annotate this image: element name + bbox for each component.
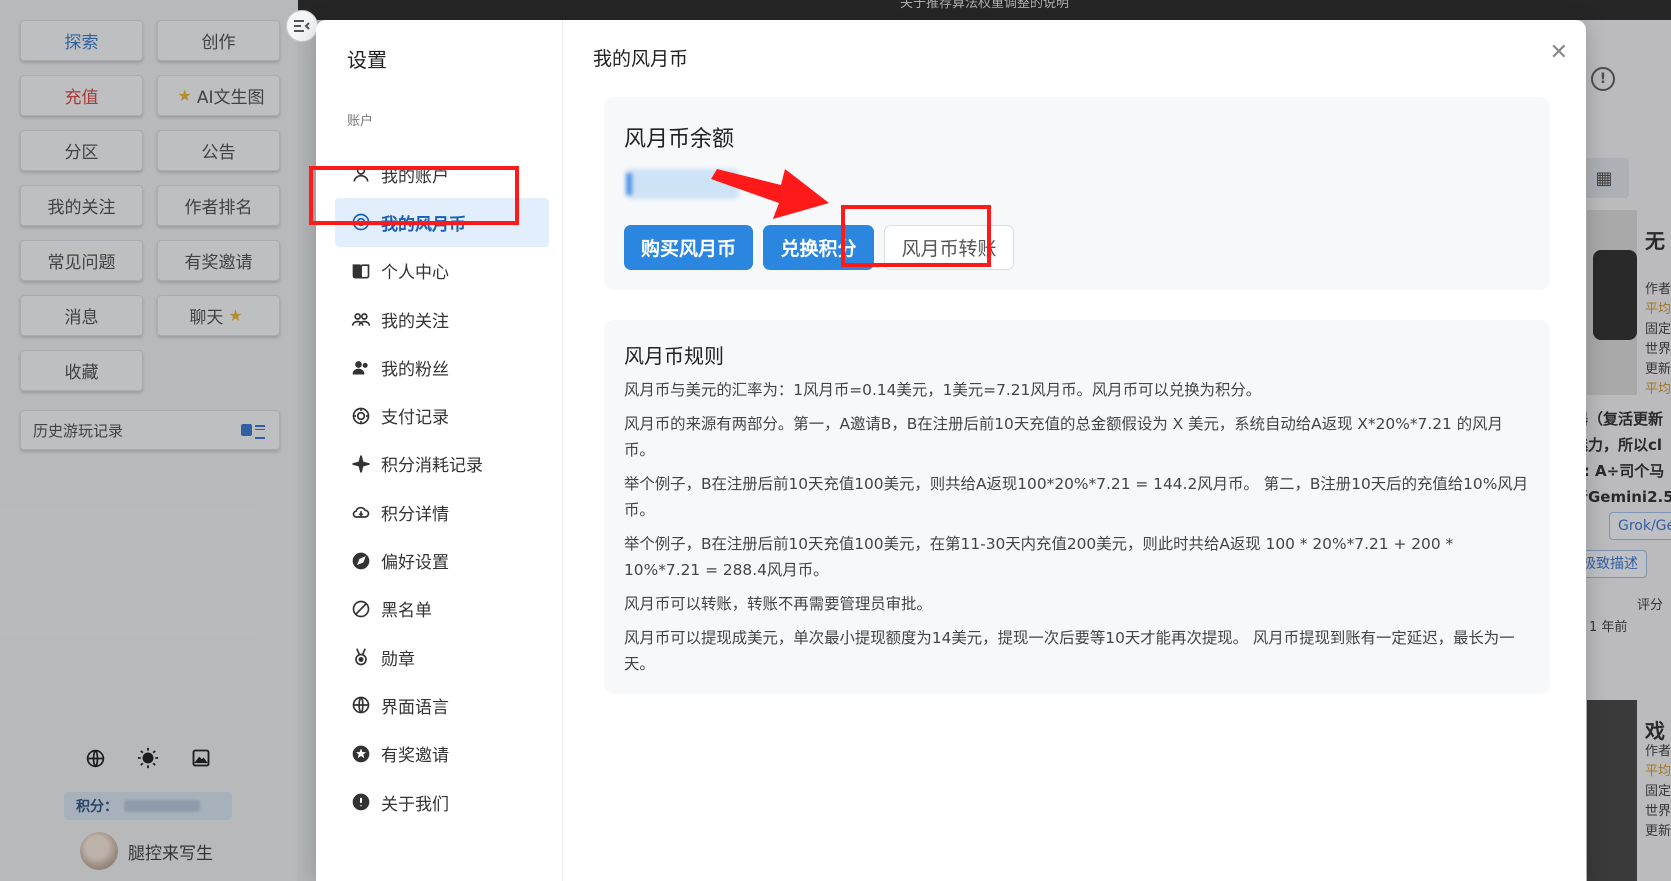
rules-heading: 风月币规则 [624,344,724,368]
buy-coin-button[interactable]: 购买风月币 [624,225,753,270]
compass-icon [351,551,371,571]
settings-menu-item[interactable]: 我的粉丝 [335,343,549,391]
settings-menu-item[interactable]: 个人中心 [335,247,549,295]
info-icon [351,792,371,812]
red-arrow-icon [711,169,829,219]
globe-icon [351,695,371,715]
medal-icon [351,647,371,667]
settings-menu-item[interactable]: 偏好设置 [335,536,549,584]
rule-paragraph: 风月币的来源有两部分。第一，A邀请B，B在注册后前10天充值的总金额假设为 X … [624,415,1503,459]
settings-menu-item[interactable]: 积分详情 [335,488,549,536]
settings-menu-label: 积分详情 [381,504,449,525]
settings-menu-label: 勋章 [381,649,415,670]
users-icon [351,309,371,329]
rules-text: 风月币与美元的汇率为：1风月币=0.14美元，1美元=7.21风月币。风月币可以… [624,377,1529,685]
rule-paragraph: 风月币与美元的汇率为：1风月币=0.14美元，1美元=7.21风月币。风月币可以… [624,381,1262,399]
settings-menu-item[interactable]: 界面语言 [335,681,549,729]
settings-menu-item[interactable]: 有奖邀请 [335,730,549,778]
gift-icon [351,744,371,764]
rule-paragraph: 举个例子，B在注册后前10天充值100美元，则共给A返现100*20%*7.21… [624,475,1529,519]
rule-paragraph: 风月币可以提现成美元，单次最小提现额度为14美元，提现一次后要等10天才能再次提… [624,629,1515,673]
settings-dialog: 设置 账户 我的账户 我的风月币 个人中心 我的关注 我的粉丝 支付记录 积分消耗记录 积分详… [316,20,1586,881]
settings-menu-label: 积分消耗记录 [381,456,483,477]
close-icon[interactable]: ✕ [1550,40,1568,65]
settings-menu-item[interactable]: 我的关注 [335,295,549,343]
settings-menu-item[interactable]: 关于我们 [335,778,549,826]
settings-menu-item[interactable]: 黑名单 [335,585,549,633]
settings-sidebar: 设置 账户 我的账户 我的风月币 个人中心 我的关注 我的粉丝 支付记录 积分消耗记录 积分详… [316,20,563,881]
balance-heading: 风月币余额 [624,127,735,152]
settings-menu-label: 偏好设置 [381,553,449,574]
settings-menu-label: 有奖邀请 [381,746,449,767]
rules-card: 风月币规则 风月币与美元的汇率为：1风月币=0.14美元，1美元=7.21风月币… [604,320,1550,694]
highlight-box-menu [309,166,519,225]
payment-icon [351,406,371,426]
section-label-account: 账户 [347,114,374,129]
rule-paragraph: 举个例子，B在注册后前10天充值100美元，在第11-30天内充值200美元，则… [624,535,1454,579]
fans-icon [351,357,371,377]
settings-menu: 我的账户 我的风月币 个人中心 我的关注 我的粉丝 支付记录 积分消耗记录 积分详情 偏好设置黑… [335,150,549,826]
page-title: 我的风月币 [593,48,689,70]
settings-menu-item[interactable]: 积分消耗记录 [335,440,549,488]
settings-menu-label: 个人中心 [381,263,449,284]
settings-menu-label: 黑名单 [381,601,432,622]
settings-content: 我的风月币 ✕ 风月币余额 购买风月币 兑换积分 风月币转账 风月币规则 风月币… [563,20,1586,881]
settings-menu-label: 关于我们 [381,794,449,815]
settings-menu-item[interactable]: 勋章 [335,633,549,681]
settings-menu-label: 我的关注 [381,311,449,332]
settings-menu-label: 界面语言 [381,697,449,718]
book-icon [351,261,371,281]
highlight-box-transfer [841,205,991,267]
sparkle-icon [351,454,371,474]
settings-menu-item[interactable]: 支付记录 [335,391,549,439]
rule-paragraph: 风月币可以转账，转账不再需要管理员审批。 [624,595,932,613]
settings-title: 设置 [347,48,387,72]
settings-menu-label: 支付记录 [381,408,449,429]
settings-menu-label: 我的粉丝 [381,359,449,380]
cloud-icon [351,502,371,522]
collapse-sidebar-button[interactable] [286,10,318,42]
block-icon [351,599,371,619]
